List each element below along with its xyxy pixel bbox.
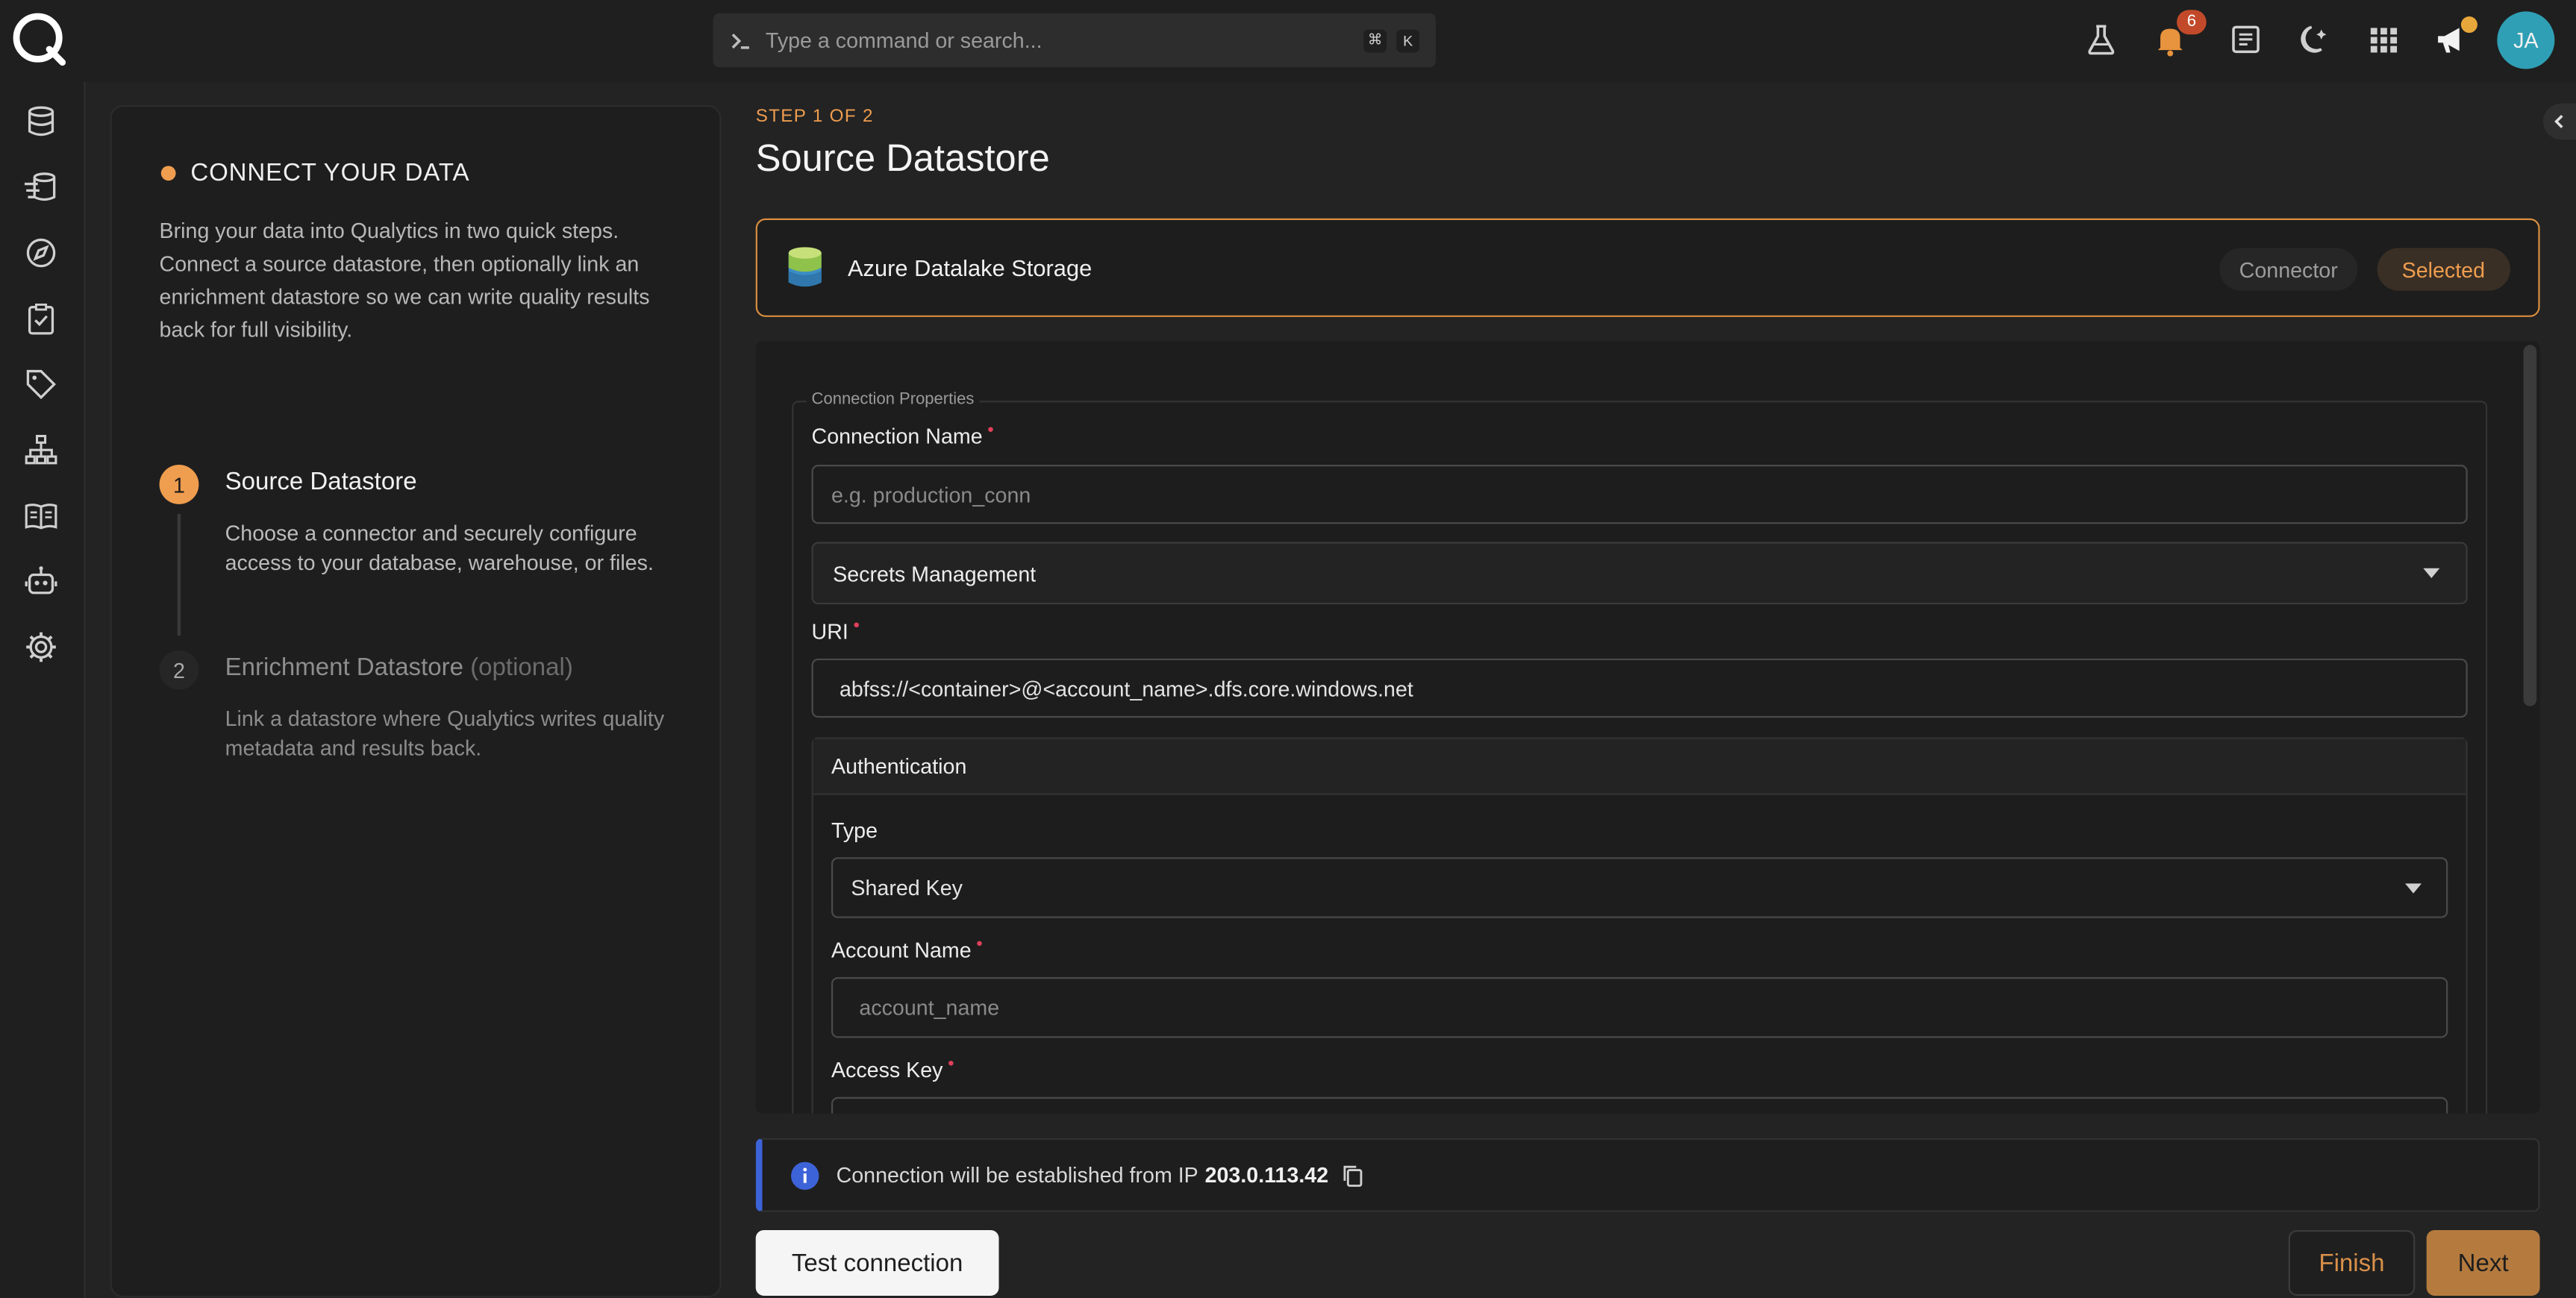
authentication-header: Authentication	[813, 739, 2466, 795]
panel-heading-text: CONNECT YOUR DATA	[190, 159, 470, 187]
connection-name-placeholder: e.g. production_conn	[831, 482, 1031, 507]
step-indicator: STEP 1 OF 2	[755, 107, 874, 127]
uri-label: URI •	[811, 615, 860, 645]
uri-label-text: URI	[811, 618, 848, 645]
azure-datalake-icon	[788, 247, 822, 287]
next-button[interactable]: Next	[2426, 1229, 2540, 1297]
database-icon[interactable]	[23, 104, 59, 139]
step-1-title[interactable]: Source Datastore	[225, 468, 417, 495]
connection-ip-address: 203.0.113.42	[1204, 1162, 1329, 1188]
notification-count-badge: 6	[2177, 10, 2207, 35]
connector-name: Azure Datalake Storage	[847, 254, 1092, 281]
account-name-placeholder: account_name	[859, 995, 1000, 1020]
copy-icon[interactable]	[1342, 1164, 1363, 1187]
chevron-left-icon	[2554, 114, 2563, 128]
sidebar	[0, 82, 86, 1298]
test-connection-button[interactable]: Test connection	[755, 1229, 999, 1297]
checklist-icon[interactable]	[23, 301, 59, 336]
selected-chip: Selected	[2377, 248, 2510, 291]
moon-icon[interactable]	[2297, 22, 2333, 57]
connection-name-label-text: Connection Name	[811, 423, 983, 449]
user-avatar[interactable]: JA	[2497, 11, 2555, 69]
book-icon[interactable]	[23, 498, 59, 533]
command-search-placeholder: Type a command or search...	[765, 28, 1042, 53]
account-name-input[interactable]: account_name	[831, 976, 2448, 1038]
auth-type-select[interactable]: Shared Key	[831, 857, 2448, 918]
shortcut-key-cmd: ⌘	[1363, 28, 1387, 52]
chevron-down-icon	[2423, 568, 2440, 578]
heading-dot	[160, 166, 176, 181]
required-marker: •	[976, 934, 983, 955]
compass-icon[interactable]	[23, 235, 59, 271]
connection-properties-legend: Connection Properties	[806, 390, 980, 410]
required-marker: •	[853, 615, 860, 636]
robot-icon[interactable]	[23, 563, 59, 599]
step-2-optional-label: (optional)	[470, 653, 573, 682]
required-marker: •	[987, 420, 994, 441]
account-name-label-text: Account Name	[831, 938, 972, 963]
finish-button[interactable]: Finish	[2288, 1229, 2416, 1297]
step-2-number: 2	[159, 650, 199, 690]
form-scrollbar-thumb[interactable]	[2523, 345, 2537, 706]
grid-icon[interactable]	[2366, 22, 2401, 57]
secrets-management-select[interactable]: Secrets Management	[811, 542, 2468, 605]
form-scrollbar[interactable]	[2520, 341, 2540, 1114]
required-marker: •	[948, 1054, 954, 1074]
qualytics-logo[interactable]	[10, 10, 69, 69]
step-2-title[interactable]: Enrichment Datastore (optional)	[225, 653, 573, 681]
document-icon[interactable]	[2228, 22, 2263, 57]
top-bar: Type a command or search... ⌘ K 6 JA	[0, 0, 2576, 83]
access-key-label: Access Key •	[831, 1054, 954, 1082]
panel-heading: CONNECT YOUR DATA	[160, 159, 470, 187]
info-icon	[791, 1161, 819, 1189]
step-2-title-text: Enrichment Datastore	[225, 653, 464, 682]
connection-ip-text: Connection will be established from IP	[836, 1162, 1198, 1188]
connection-name-input[interactable]: e.g. production_conn	[811, 465, 2468, 524]
connector-type-chip: Connector	[2219, 248, 2358, 291]
step-connector-line	[177, 514, 181, 636]
step-2-description: Link a datastore where Qualytics writes …	[225, 706, 665, 761]
access-key-label-text: Access Key	[831, 1057, 943, 1082]
panel-description: Bring your data into Qualytics in two qu…	[159, 218, 650, 342]
terminal-prompt-icon	[731, 32, 749, 48]
secrets-management-label: Secrets Management	[833, 560, 1037, 586]
uri-input[interactable]: abfss://<container>@<account_name>.dfs.c…	[811, 658, 2468, 718]
chevron-down-icon	[2405, 883, 2422, 894]
command-search-bar[interactable]: Type a command or search... ⌘ K	[713, 13, 1437, 68]
flow-icon[interactable]	[23, 169, 59, 205]
step-1-description: Choose a connector and securely configur…	[225, 520, 654, 575]
selected-connector-card[interactable]: Azure Datalake Storage Connector Selecte…	[755, 218, 2540, 317]
account-name-label: Account Name •	[831, 934, 983, 963]
gear-icon[interactable]	[23, 629, 59, 665]
auth-type-label: Type	[831, 818, 878, 843]
onboarding-panel: CONNECT YOUR DATA Bring your data into Q…	[110, 104, 722, 1298]
collapse-panel-button[interactable]	[2542, 103, 2576, 140]
hierarchy-icon[interactable]	[23, 432, 59, 468]
step-1-number: 1	[159, 465, 199, 504]
connection-form: Connection Properties Connection Name • e…	[755, 341, 2540, 1114]
page-title: Source Datastore	[755, 136, 1050, 179]
access-key-input[interactable]	[831, 1097, 2448, 1114]
announcement-indicator	[2460, 16, 2477, 34]
shortcut-key-k: K	[1396, 28, 1420, 52]
auth-type-value: Shared Key	[851, 875, 963, 900]
authentication-section: Authentication Type Shared Key Account N…	[811, 737, 2468, 1114]
uri-value: abfss://<container>@<account_name>.dfs.c…	[839, 675, 1413, 700]
flask-icon[interactable]	[2083, 22, 2119, 57]
connection-name-label: Connection Name •	[811, 420, 994, 449]
connection-ip-info: Connection will be established from IP 2…	[755, 1138, 2540, 1212]
app-root: Type a command or search... ⌘ K 6 JA CON…	[0, 0, 2576, 1298]
tag-icon[interactable]	[23, 366, 59, 402]
